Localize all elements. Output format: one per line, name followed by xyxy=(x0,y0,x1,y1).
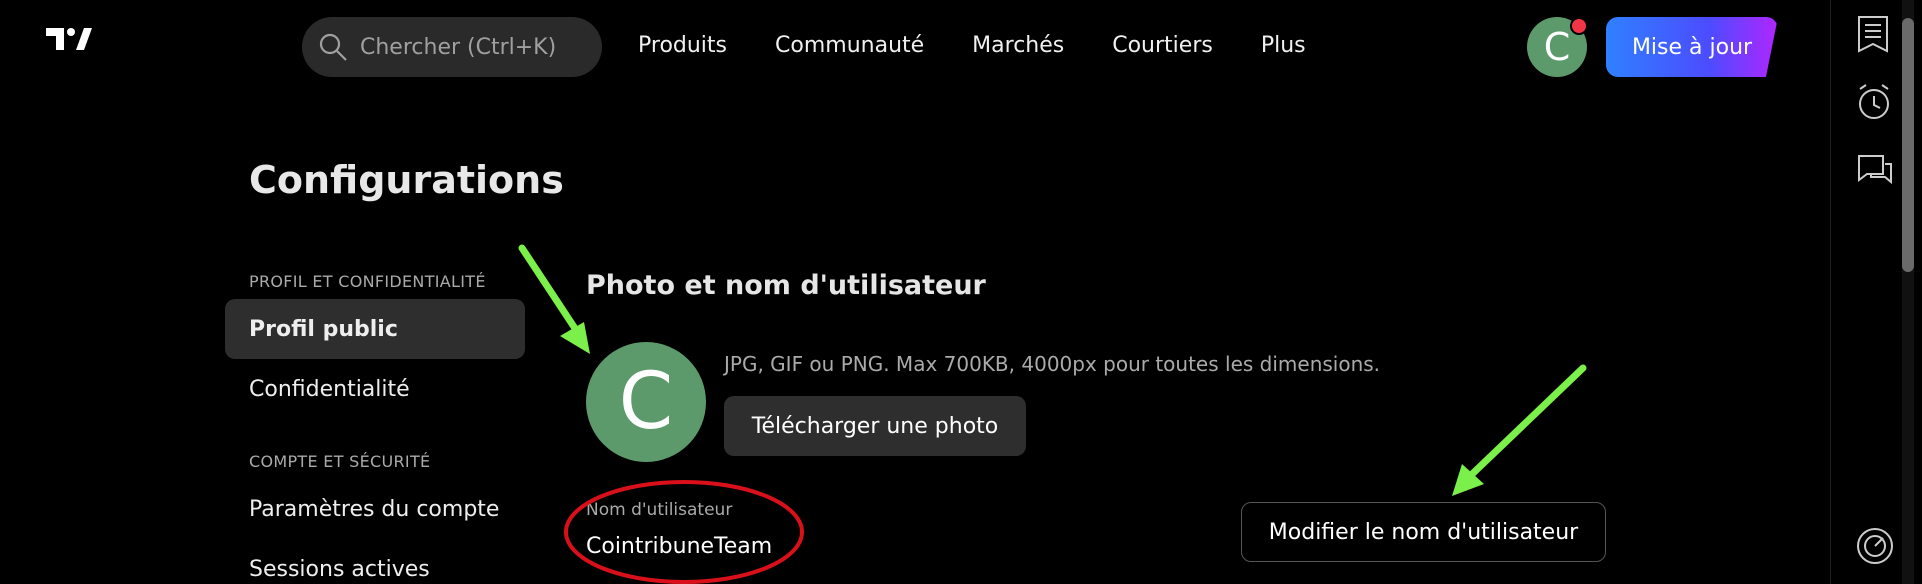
upgrade-button[interactable]: Mise à jour xyxy=(1606,17,1778,77)
edit-username-button[interactable]: Modifier le nom d'utilisateur xyxy=(1241,502,1606,562)
chat-icon[interactable] xyxy=(1855,152,1895,196)
username-value: CointribuneTeam xyxy=(586,534,773,559)
nav-communaute[interactable]: Communauté xyxy=(775,33,924,58)
scrollbar-thumb[interactable] xyxy=(1902,18,1914,272)
nav-marches[interactable]: Marchés xyxy=(972,33,1064,58)
notification-dot xyxy=(1570,17,1588,35)
annotation-circle-username xyxy=(564,480,804,584)
upload-hint: JPG, GIF ou PNG. Max 700KB, 4000px pour … xyxy=(724,352,1381,376)
sidebar-item-privacy[interactable]: Confidentialité xyxy=(225,359,525,419)
section-profile-privacy: PROFIL ET CONFIDENTIALITÉ xyxy=(249,272,486,291)
nav-courtiers[interactable]: Courtiers xyxy=(1112,33,1213,58)
speedometer-icon[interactable] xyxy=(1855,526,1895,570)
nav-produits[interactable]: Produits xyxy=(638,33,727,58)
search-placeholder: Chercher (Ctrl+K) xyxy=(360,34,557,60)
annotation-arrow-avatar xyxy=(518,244,590,354)
main-nav: Produits Communauté Marchés Courtiers Pl… xyxy=(638,33,1354,58)
sidebar-item-active-sessions[interactable]: Sessions actives xyxy=(225,539,525,584)
search-input[interactable]: Chercher (Ctrl+K) xyxy=(302,17,602,77)
page-title: Configurations xyxy=(249,158,564,202)
sidebar-item-public-profile[interactable]: Profil public xyxy=(225,299,525,359)
search-icon xyxy=(319,33,347,61)
section-heading: Photo et nom d'utilisateur xyxy=(586,270,986,301)
section-account-security: COMPTE ET SÉCURITÉ xyxy=(249,452,431,471)
sidebar-item-account-settings[interactable]: Paramètres du compte xyxy=(225,479,525,539)
settings-page: Chercher (Ctrl+K) Produits Communauté Ma… xyxy=(0,0,1922,584)
annotation-arrow-edit-button xyxy=(1452,364,1587,496)
nav-plus[interactable]: Plus xyxy=(1261,33,1306,58)
upload-photo-button[interactable]: Télécharger une photo xyxy=(724,396,1026,456)
alarm-clock-icon[interactable] xyxy=(1855,82,1893,126)
watchlist-icon[interactable] xyxy=(1855,14,1891,58)
tradingview-logo[interactable] xyxy=(46,28,92,54)
profile-avatar[interactable]: C xyxy=(586,342,706,462)
username-label: Nom d'utilisateur xyxy=(586,500,733,520)
